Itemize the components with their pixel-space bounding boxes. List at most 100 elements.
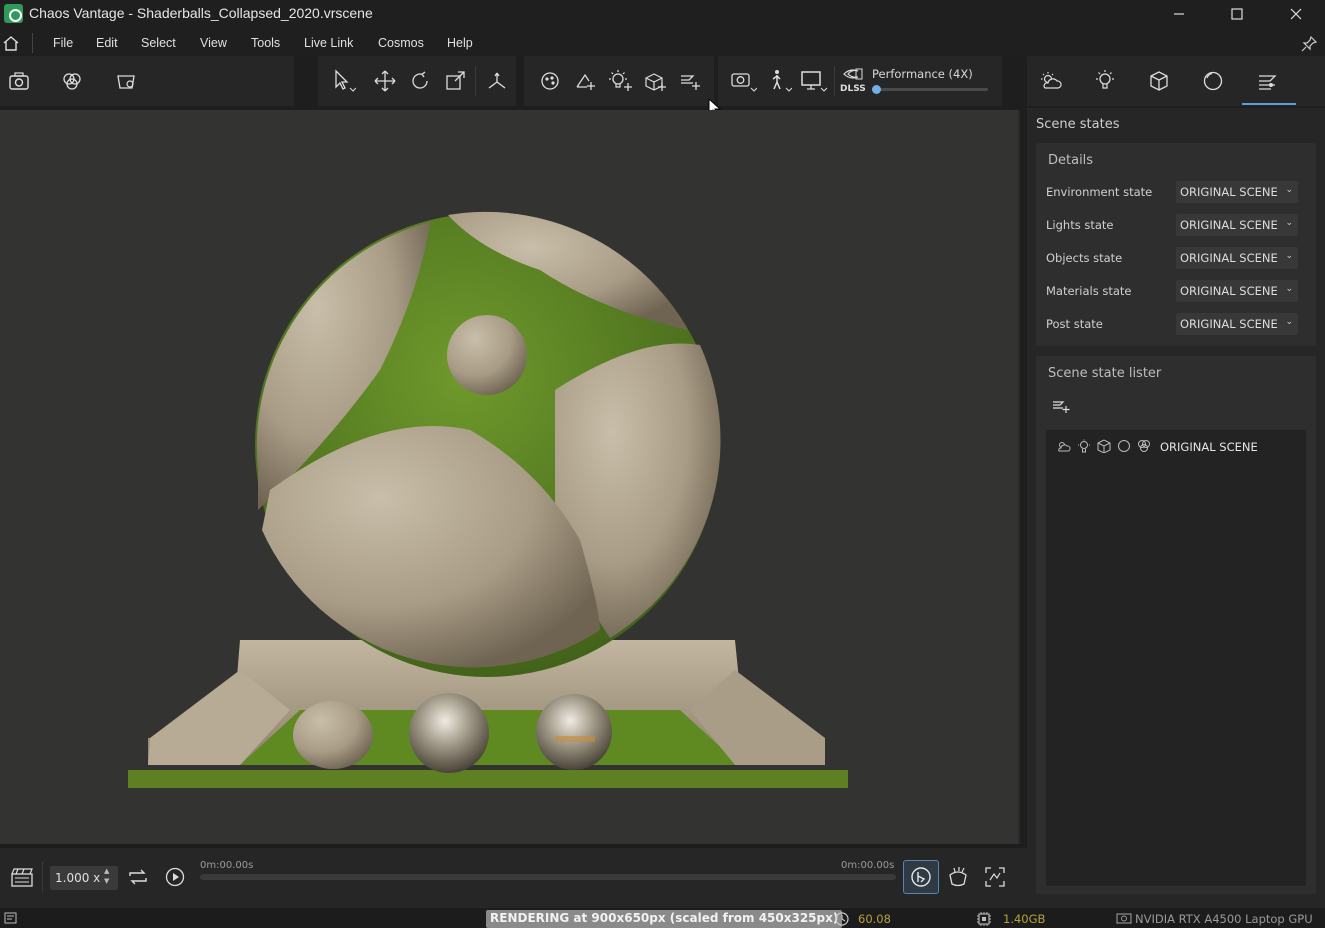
interactive-mode-icon — [911, 867, 931, 887]
lights-state-label: Lights state — [1046, 218, 1114, 232]
materials-tab-icon[interactable] — [1198, 66, 1228, 96]
list-item[interactable] — [1056, 439, 1154, 453]
scene-state-item-label[interactable]: ORIGINAL SCENE — [1160, 440, 1258, 454]
environment-tab-icon[interactable] — [1036, 66, 1066, 96]
objects-state-dropdown[interactable]: ORIGINAL SCENE ⌄ — [1176, 247, 1298, 269]
menu-file[interactable]: File — [53, 36, 73, 50]
scale-tool-icon[interactable] — [440, 66, 470, 96]
gizmo-pivot-icon[interactable] — [482, 66, 512, 96]
shaderball-render — [128, 211, 848, 788]
fit-view-icon[interactable] — [983, 865, 1007, 889]
timeline-divider — [42, 862, 43, 892]
animation-clapper-icon[interactable] — [10, 866, 34, 888]
materials-state-label: Materials state — [1046, 284, 1132, 298]
chevron-down-icon: ⌄ — [1285, 185, 1293, 195]
display-icon[interactable] — [798, 66, 828, 96]
maximize-icon — [1231, 8, 1243, 20]
chevron-down-icon: ⌄ — [1285, 284, 1293, 294]
post-state-dropdown[interactable]: ORIGINAL SCENE ⌄ — [1176, 313, 1298, 335]
dropdown-value: ORIGINAL SCENE — [1180, 251, 1278, 265]
menu-live-link[interactable]: Live Link — [304, 36, 353, 50]
menu-cosmos[interactable]: Cosmos — [378, 36, 424, 50]
dropdown-value: ORIGINAL SCENE — [1180, 317, 1278, 331]
nvidia-logo-icon — [842, 67, 864, 81]
fps-clock-icon — [834, 911, 850, 927]
details-title: Details — [1048, 153, 1094, 168]
close-button[interactable] — [1267, 0, 1325, 28]
memory-value: 1.40GB — [1003, 912, 1046, 926]
interactive-mode-button[interactable] — [903, 860, 939, 894]
toolbar-divider — [834, 66, 835, 96]
fps-value: 60.08 — [858, 912, 891, 926]
lister-title: Scene state lister — [1048, 366, 1162, 381]
render-settings-icon[interactable] — [111, 66, 141, 96]
speed-stepper[interactable]: ▲ ▼ — [104, 866, 109, 886]
lights-state-dropdown[interactable]: ORIGINAL SCENE ⌄ — [1176, 214, 1298, 236]
close-icon — [1290, 8, 1302, 20]
scene-states-tab-icon[interactable] — [1252, 66, 1282, 96]
dlss-slider[interactable] — [876, 88, 988, 91]
toolbar-divider — [475, 66, 476, 96]
play-icon[interactable] — [164, 866, 186, 888]
select-tool-icon[interactable] — [328, 66, 358, 96]
light-icon — [1078, 439, 1090, 453]
timeline-start-time: 0m:00.00s — [200, 860, 254, 871]
pin-icon[interactable] — [1300, 35, 1318, 53]
material-library-icon[interactable] — [535, 66, 565, 96]
walk-mode-icon[interactable] — [763, 66, 793, 96]
maximize-button[interactable] — [1208, 0, 1266, 28]
material-icon — [1118, 440, 1130, 452]
viewport-border — [1018, 110, 1020, 844]
rotate-tool-icon[interactable] — [405, 66, 435, 96]
menu-edit[interactable]: Edit — [96, 36, 118, 50]
toolbar-left — [0, 56, 294, 106]
minimize-icon — [1174, 13, 1184, 15]
app-logo — [4, 4, 23, 23]
menu-select[interactable]: Select — [141, 36, 176, 50]
render-viewport[interactable] — [0, 110, 1018, 844]
add-decal-icon[interactable] — [570, 66, 600, 96]
menu-help[interactable]: Help — [447, 36, 473, 50]
log-icon[interactable] — [4, 912, 18, 925]
timeline-end-time: 0m:00.00s — [841, 860, 895, 871]
render-elements-icon[interactable] — [57, 66, 87, 96]
dropdown-value: ORIGINAL SCENE — [1180, 284, 1278, 298]
minimize-button[interactable] — [1150, 0, 1208, 28]
chevron-down-icon: ⌄ — [1285, 317, 1293, 327]
dropdown-value: ORIGINAL SCENE — [1180, 185, 1278, 199]
environment-state-label: Environment state — [1046, 185, 1153, 199]
object-icon — [1097, 439, 1111, 453]
camera-icon[interactable] — [728, 66, 758, 96]
dlss-mode-label: Performance (4X) — [872, 67, 973, 81]
timeline-scrubber[interactable] — [200, 874, 896, 880]
menu-bar — [0, 28, 1325, 58]
active-tab-indicator — [1242, 103, 1296, 105]
hand-icon[interactable] — [946, 866, 970, 888]
screenshot-icon[interactable] — [4, 66, 34, 96]
menu-tools[interactable]: Tools — [251, 36, 280, 50]
dlss-slider-handle[interactable] — [872, 85, 881, 94]
dlss-tag: DLSS — [840, 84, 866, 94]
memory-chip-icon — [976, 911, 992, 927]
add-scene-state-icon[interactable] — [1051, 397, 1071, 415]
gpu-name: NVIDIA RTX A4500 Laptop GPU — [1135, 912, 1313, 926]
scene-state-list — [1046, 430, 1306, 886]
add-light-icon[interactable] — [606, 66, 636, 96]
add-scene-state-icon[interactable] — [675, 66, 705, 96]
objects-state-label: Objects state — [1046, 251, 1123, 265]
environment-state-dropdown[interactable]: ORIGINAL SCENE ⌄ — [1176, 181, 1298, 203]
dropdown-value: ORIGINAL SCENE — [1180, 218, 1278, 232]
menu-view[interactable]: View — [200, 36, 227, 50]
panel-title: Scene states — [1036, 117, 1120, 132]
chevron-down-icon: ⌄ — [1285, 251, 1293, 261]
gpu-icon — [1116, 912, 1134, 926]
window-title: Chaos Vantage - Shaderballs_Collapsed_20… — [29, 5, 373, 21]
objects-tab-icon[interactable] — [1144, 66, 1174, 96]
lights-tab-icon[interactable] — [1090, 66, 1120, 96]
post-state-label: Post state — [1046, 317, 1103, 331]
loop-icon[interactable] — [126, 866, 150, 888]
add-object-icon[interactable] — [640, 66, 670, 96]
home-icon[interactable] — [2, 35, 20, 52]
move-tool-icon[interactable] — [370, 66, 400, 96]
materials-state-dropdown[interactable]: ORIGINAL SCENE ⌄ — [1176, 280, 1298, 302]
